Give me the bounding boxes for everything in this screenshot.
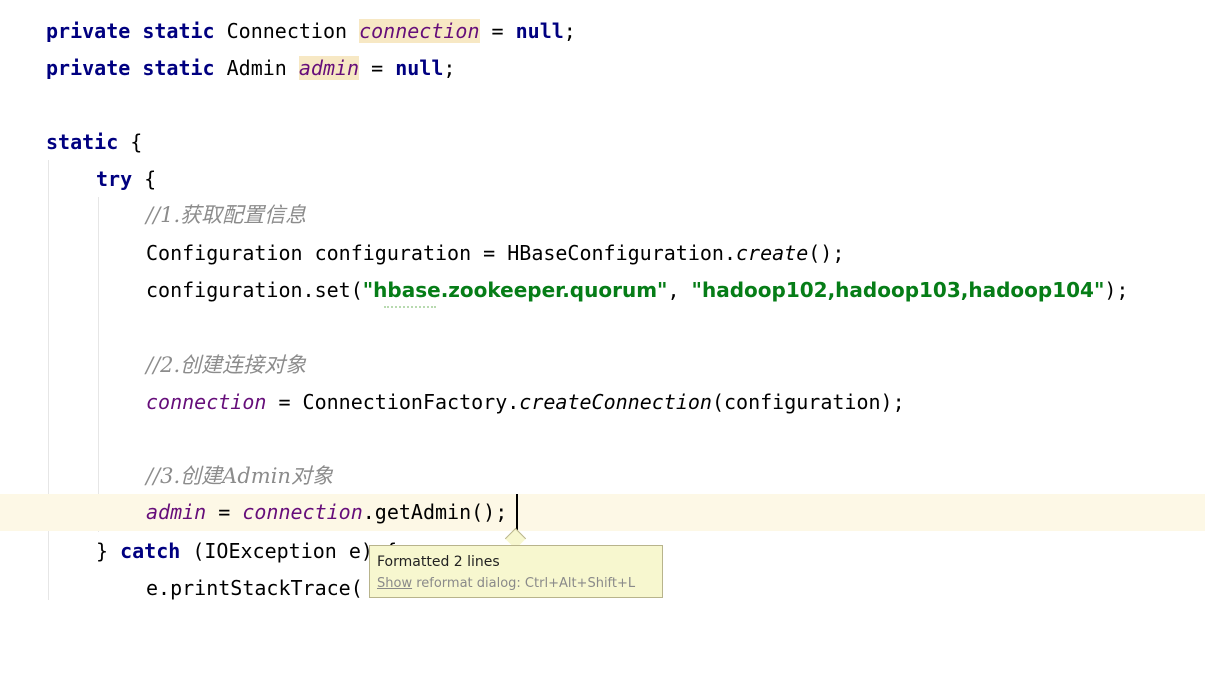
call-args: (configuration); xyxy=(711,390,905,414)
tooltip-hint-row: Show reformat dialog: Ctrl+Alt+Shift+L xyxy=(377,576,635,591)
keyword: catch xyxy=(120,539,181,563)
keyword: static xyxy=(46,130,119,154)
null-keyword: null xyxy=(395,56,444,80)
type-name: Connection xyxy=(214,19,360,43)
statement: .getAdmin(); xyxy=(362,500,508,524)
text-caret xyxy=(516,494,518,530)
string-literal: "hadoop102,hadoop103,hadoop104" xyxy=(691,278,1105,302)
semicolon: ; xyxy=(443,56,456,80)
code-line-11[interactable]: connection = ConnectionFactory.createCon… xyxy=(0,384,1205,421)
comment: //3.创建Admin对象 xyxy=(146,464,333,488)
statement: Configuration configuration = HBaseConfi… xyxy=(146,241,737,265)
static-method: create xyxy=(736,241,809,265)
field-connection[interactable]: connection xyxy=(359,19,480,43)
open-brace: { xyxy=(132,167,157,191)
code-line-13[interactable]: //3.创建Admin对象 xyxy=(0,458,1205,495)
call-parens: (); xyxy=(808,241,845,265)
reformat-tooltip: Formatted 2 lines Show reformat dialog: … xyxy=(369,545,663,598)
code-editor[interactable]: private static Connection connection = n… xyxy=(0,0,1205,600)
operator: = xyxy=(206,500,243,524)
code-line-2[interactable]: private static Admin admin = null; xyxy=(0,50,1205,87)
code-line-10[interactable]: //2.创建连接对象 xyxy=(0,347,1205,384)
code-line-6[interactable]: //1.获取配置信息 xyxy=(0,197,1205,234)
keyword: private static xyxy=(46,56,215,80)
code-line-7[interactable]: Configuration configuration = HBaseConfi… xyxy=(0,235,1205,272)
field-connection[interactable]: connection xyxy=(242,500,362,524)
show-reformat-dialog-link[interactable]: Show xyxy=(377,576,412,591)
keyword: private static xyxy=(46,19,215,43)
statement: configuration.set( xyxy=(146,278,363,302)
close-brace: } xyxy=(96,539,121,563)
tooltip-title: Formatted 2 lines xyxy=(377,554,500,570)
comma: , xyxy=(667,278,692,302)
static-method: createConnection xyxy=(519,390,712,414)
code-line-1[interactable]: private static Connection connection = n… xyxy=(0,13,1205,50)
call-parens: ); xyxy=(1104,278,1129,302)
null-keyword: null xyxy=(515,19,564,43)
string-literal: "hbase.zookeeper.quorum" xyxy=(362,278,668,302)
operator: = xyxy=(359,56,396,80)
statement: e.printStackTrace( xyxy=(146,576,363,600)
operator: = xyxy=(479,19,516,43)
field-connection[interactable]: connection xyxy=(146,390,266,414)
keyword: try xyxy=(96,167,133,191)
code-line-5[interactable]: try { xyxy=(0,161,1205,198)
statement: (IOException e) { xyxy=(180,539,398,563)
code-line-8[interactable]: configuration.set("hbase.zookeeper.quoru… xyxy=(0,272,1205,309)
comment: //2.创建连接对象 xyxy=(146,353,307,377)
current-line[interactable]: admin = connection.getAdmin(); xyxy=(0,494,1205,531)
statement: = ConnectionFactory. xyxy=(266,390,520,414)
field-admin[interactable]: admin xyxy=(298,56,360,80)
semicolon: ; xyxy=(563,19,576,43)
open-brace: { xyxy=(118,130,143,154)
field-admin[interactable]: admin xyxy=(146,500,206,524)
code-line-4[interactable]: static { xyxy=(0,124,1205,161)
spelling-squiggle xyxy=(384,303,436,308)
tooltip-hint: reformat dialog: Ctrl+Alt+Shift+L xyxy=(412,576,636,591)
comment: //1.获取配置信息 xyxy=(146,203,307,227)
type-name: Admin xyxy=(214,56,299,80)
